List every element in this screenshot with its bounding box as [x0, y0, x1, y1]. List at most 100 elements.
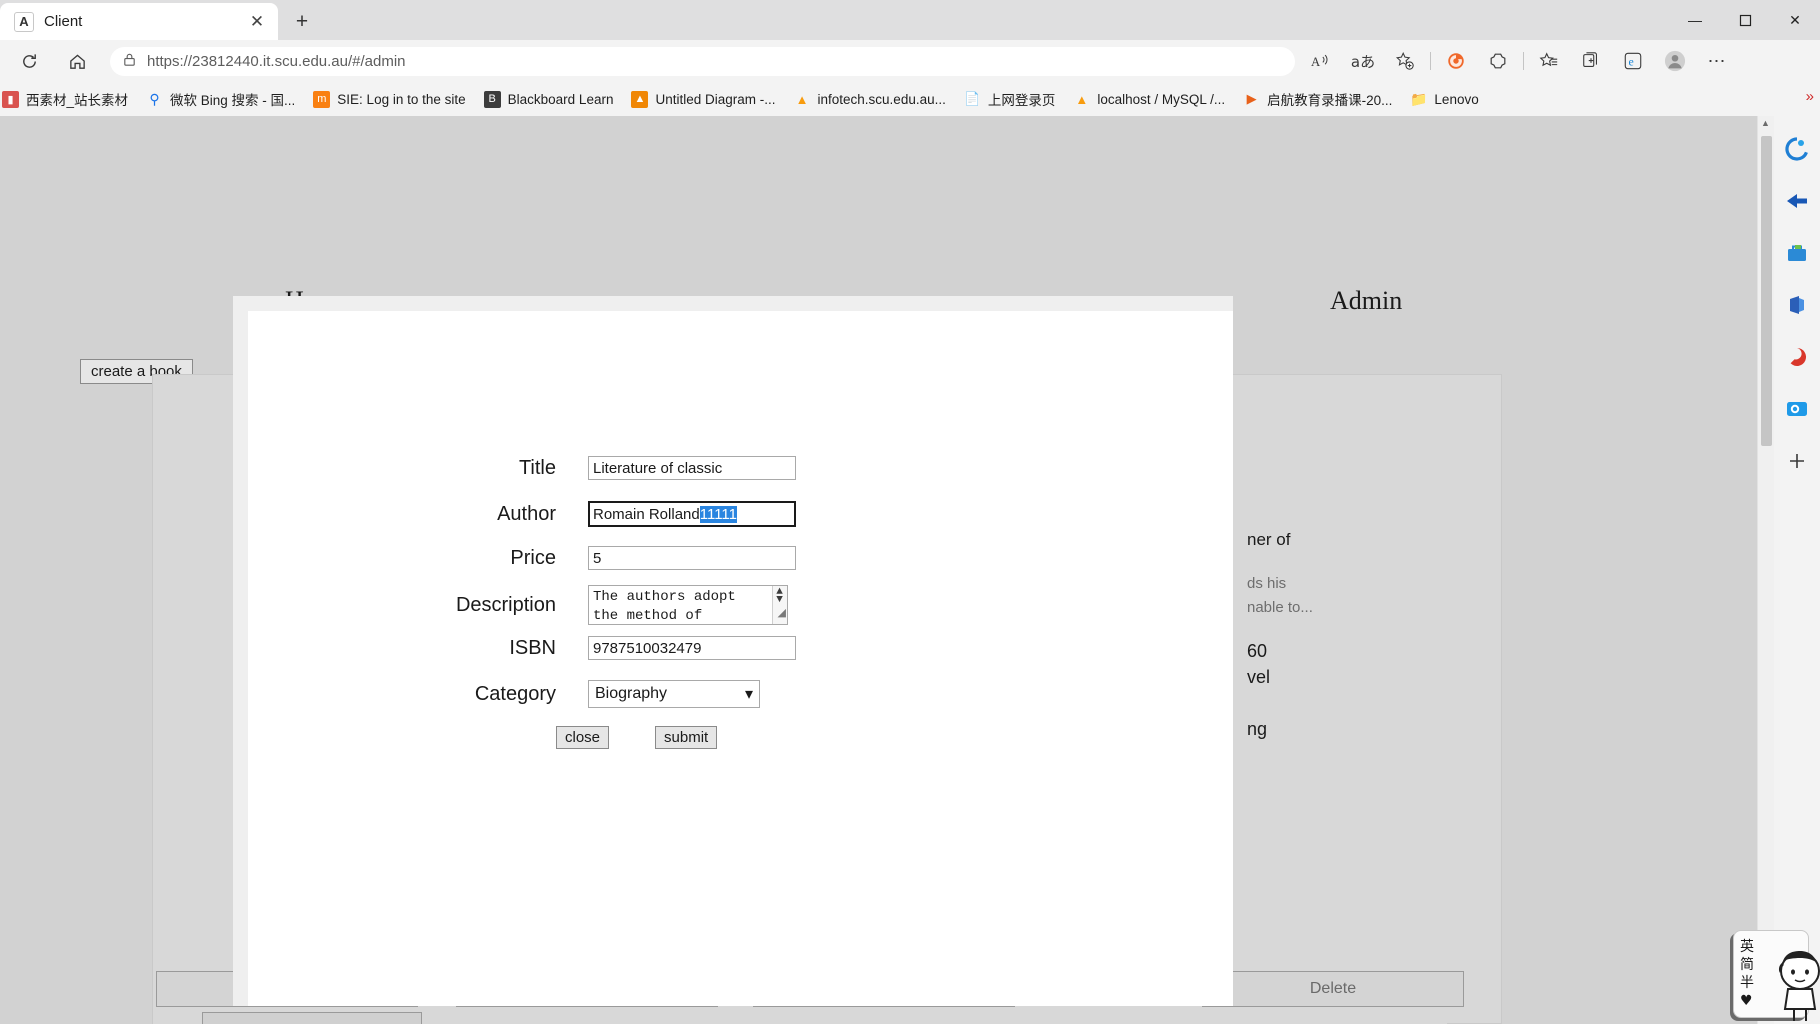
close-icon[interactable]: ✕	[244, 9, 270, 35]
lock-icon	[122, 52, 137, 72]
browser-titlebar: A Client ✕ + — ✕	[0, 0, 1820, 40]
close-button[interactable]: close	[556, 726, 610, 749]
page-icon: 📄	[964, 91, 981, 106]
admin-app: H Admin create a book B Literat The auth…	[0, 116, 1791, 1024]
moodle-icon: m	[313, 90, 331, 108]
ime-mascot-icon	[1778, 951, 1820, 1021]
isbn-input[interactable]	[588, 636, 796, 660]
form-row-description: Description The authors adopt the method…	[248, 585, 788, 625]
textarea-spinner-icon: ▲ ▼	[776, 586, 783, 606]
browser-essentials-icon[interactable]	[1435, 46, 1477, 76]
minimize-icon[interactable]: —	[1670, 0, 1720, 40]
office-icon[interactable]	[1782, 290, 1812, 320]
description-line1: The authors adopt	[593, 589, 736, 605]
toolbar-divider-2	[1523, 52, 1524, 70]
bookmark-item[interactable]: ▶ 启航教育录播课-20...	[1234, 86, 1401, 112]
browser-sidebar	[1774, 116, 1820, 1024]
ime-status-widget[interactable]: 英 简 半 ♥	[1733, 930, 1820, 1021]
bookmark-label: infotech.scu.edu.au...	[817, 91, 946, 107]
page-scrollbar[interactable]: ▲	[1757, 116, 1774, 1024]
add-sidebar-icon[interactable]	[1782, 446, 1812, 476]
form-row-category: Category Biography ▾	[248, 680, 760, 708]
page-viewport: H Admin create a book B Literat The auth…	[0, 116, 1791, 1024]
svg-text:e: e	[1628, 55, 1633, 69]
svg-text:A: A	[1311, 55, 1321, 69]
bookmarks-overflow-icon[interactable]: »	[1806, 88, 1814, 105]
author-input-text: Romain Rolland	[593, 505, 700, 523]
bookmark-item[interactable]: ⚲ 微软 Bing 搜索 - 国...	[137, 86, 304, 112]
delete-book-button[interactable]: Delete	[1202, 971, 1464, 1007]
settings-more-icon[interactable]: ⋯	[1696, 46, 1738, 76]
outlook-icon[interactable]	[1782, 394, 1812, 424]
bookmark-item[interactable]: ▲ infotech.scu.edu.au...	[785, 86, 955, 112]
phpmyadmin-icon: ▲	[1075, 91, 1089, 107]
maximize-icon[interactable]	[1720, 0, 1770, 40]
scroll-up-arrow-icon[interactable]: ▲	[1761, 118, 1770, 128]
bookmark-item[interactable]: 📄 上网登录页	[955, 86, 1065, 112]
collections-icon[interactable]	[1570, 46, 1612, 76]
book-form: Title Author Romain Rolland11111 Price	[248, 311, 1233, 1006]
bookmark-item[interactable]: ▲ localhost / MySQL /...	[1064, 86, 1234, 112]
new-tab-button[interactable]: +	[288, 8, 316, 36]
form-row-isbn: ISBN	[248, 636, 796, 660]
tools-icon[interactable]	[1782, 342, 1812, 372]
bookmarks-bar: ▮ 西素材_站长素材 ⚲ 微软 Bing 搜索 - 国... m SIE: Lo…	[0, 82, 1820, 116]
bookmark-item[interactable]: ▮ 西素材_站长素材	[0, 86, 137, 112]
bookmark-label: 西素材_站长素材	[26, 93, 129, 108]
bookmark-label: Blackboard Learn	[507, 91, 614, 107]
bookmark-label: localhost / MySQL /...	[1097, 91, 1226, 107]
browser-tab[interactable]: A Client ✕	[0, 3, 278, 40]
description-textarea[interactable]: The authors adopt the method of ▲ ▼ ◢	[588, 585, 788, 625]
category-select[interactable]: Biography ▾	[588, 680, 760, 708]
ime-width-mode[interactable]: 半	[1740, 974, 1754, 992]
bookmark-item[interactable]: m SIE: Log in to the site	[304, 86, 474, 112]
submit-button[interactable]: submit	[655, 726, 718, 749]
window-close-icon[interactable]: ✕	[1770, 0, 1820, 40]
bookmark-label: Untitled Diagram -...	[655, 91, 776, 107]
tab-title: Client	[44, 13, 83, 30]
folder-icon: ▮	[2, 90, 19, 108]
extensions-icon[interactable]	[1477, 46, 1519, 76]
title-input[interactable]	[588, 456, 796, 480]
form-row-price: Price	[248, 546, 796, 570]
bookmark-item[interactable]: 📁 Lenovo	[1401, 86, 1487, 112]
translate-icon[interactable]: aあ	[1342, 46, 1384, 76]
description-label: Description	[455, 593, 556, 616]
price-input[interactable]	[588, 546, 796, 570]
textarea-resize-grip-icon[interactable]: ◢	[778, 605, 786, 624]
category-label: Category	[474, 682, 556, 705]
window-controls: — ✕	[1670, 0, 1820, 40]
bookmark-item[interactable]: ▲ Untitled Diagram -...	[622, 86, 784, 112]
diagram-icon: ▲	[631, 90, 649, 108]
bookmark-label: Lenovo	[1434, 91, 1479, 107]
bookmark-item[interactable]: B Blackboard Learn	[475, 86, 623, 112]
ime-language-mode[interactable]: 英	[1740, 938, 1754, 956]
blackboard-icon: B	[483, 90, 501, 108]
ime-heart-icon[interactable]: ♥	[1740, 992, 1754, 1010]
author-input[interactable]: Romain Rolland 11111	[588, 501, 796, 527]
book-category-value: vel	[1247, 667, 1271, 687]
favorites-icon[interactable]	[1528, 46, 1570, 76]
copilot-icon[interactable]	[1782, 134, 1812, 164]
scrollbar-thumb[interactable]	[1761, 136, 1772, 446]
ime-script-mode[interactable]: 简	[1740, 956, 1754, 974]
reload-icon[interactable]	[14, 46, 44, 76]
book-isbn-value: 60	[1247, 641, 1268, 661]
shopping-icon[interactable]	[1782, 238, 1812, 268]
address-url: https://23812440.it.scu.edu.au/#/admin	[147, 53, 406, 70]
book-desc-line2: nable to...	[1247, 599, 1313, 616]
browser-toolbar-icons: A aあ e ⋯	[1300, 46, 1738, 76]
home-icon[interactable]	[62, 46, 92, 76]
ie-mode-icon[interactable]: e	[1612, 46, 1654, 76]
video-icon: ▶	[1246, 91, 1257, 106]
add-favorite-icon[interactable]	[1384, 46, 1426, 76]
edit-book-modal: Title Author Romain Rolland11111 Price	[248, 311, 1233, 1006]
edge-drop-icon[interactable]	[1782, 186, 1812, 216]
page-header-right: Admin	[1330, 286, 1403, 315]
author-input-selection: 11111	[699, 505, 737, 523]
profile-icon[interactable]	[1654, 46, 1696, 76]
read-aloud-icon[interactable]: A	[1300, 46, 1342, 76]
address-bar[interactable]: https://23812440.it.scu.edu.au/#/admin	[110, 47, 1295, 76]
book-edit-input[interactable]	[202, 1012, 422, 1024]
toolbar-divider	[1430, 52, 1431, 70]
